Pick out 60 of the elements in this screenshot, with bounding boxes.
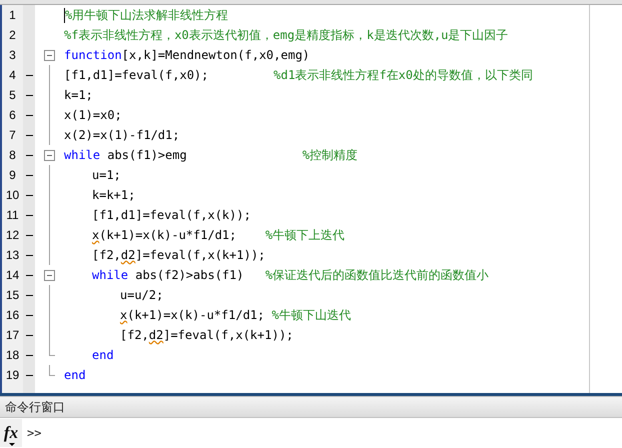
comment-text: %牛顿下上迭代 [265,226,345,244]
fold-end-marker [49,345,55,356]
line-number: 1 [8,7,17,24]
line-number: 13 [4,247,20,264]
line-number: 2 [8,27,17,44]
code-text: (k+1)=x(k)-u*f1/d1; [99,228,238,242]
code-text: [f1,d1]=feval(f,x(k)); [92,208,251,222]
fold-end-marker [49,365,55,376]
keyword-text: function [64,48,122,62]
code-text: abs(f1)>emg [106,148,188,162]
code-text: abs(f2)>abs(f1) [134,268,245,282]
warning-text: x [120,308,128,322]
line-number: 10 [4,187,20,204]
comment-text: %牛顿下山迭代 [272,306,351,324]
warning-text: d2 [148,328,164,342]
panel-title: 命令行窗口 [0,396,622,418]
code-text: (k+1)=x(k)-u*f1/d1; [127,308,266,322]
line-number: 6 [8,107,17,124]
code-text: ]=feval(f,x(k+1)); [163,328,294,342]
line-number: 5 [8,87,17,104]
collapse-icon[interactable] [44,270,55,281]
function-browser-button[interactable]: fx [0,419,22,447]
code-text: ]=feval(f,x(k+1)); [135,248,266,262]
code-text: u=u/2; [120,288,164,302]
comment-text: %f表示非线性方程，x0表示迭代初值，emg是精度指标，k是迭代次数,u是下山因子 [64,26,508,44]
code-text: [f2, [120,328,149,342]
warning-text: x [92,228,100,242]
collapse-icon[interactable] [44,50,55,61]
keyword-text: while [64,148,100,162]
line-number: 12 [4,227,20,244]
keyword-text: end [92,348,114,362]
comment-text: %控制精度 [302,146,358,164]
code-text: [f1,d1]=feval(f,x0); [64,68,210,82]
code-text: x(1)=x0; [64,108,122,122]
warning-text: d2 [120,248,136,262]
line-number: 3 [8,47,17,64]
line-number: 8 [8,147,17,164]
line-number: 7 [8,127,17,144]
line-number: 17 [4,327,20,344]
line-number: 16 [4,307,20,324]
code-text: k=k+1; [92,188,136,202]
collapse-icon[interactable] [44,150,55,161]
code-text: [f2, [92,248,121,262]
line-number: 11 [5,207,20,224]
comment-text: %用牛顿下山法求解非线性方程 [65,6,228,24]
comment-text: %保证迭代后的函数值比迭代前的函数值小 [265,266,489,284]
line-number: 14 [4,267,20,284]
line-number: 15 [4,287,20,304]
code-text: [x,k]=Mendnewton(f,x0,emg) [122,48,310,62]
command-prompt: >> [27,426,42,440]
code-text: k=1; [64,88,93,102]
line-number: 4 [8,67,17,84]
line-number: 9 [8,167,17,184]
code-text: u=1; [92,168,121,182]
comment-text: %d1表示非线性方程f在x0处的导数值，以下类同 [274,66,533,84]
line-number: 18 [4,347,20,364]
line-number: 19 [4,367,20,384]
code-text: x(2)=x(1)-f1/d1; [64,128,180,142]
keyword-text: end [64,368,86,382]
keyword-text: while [92,268,128,282]
